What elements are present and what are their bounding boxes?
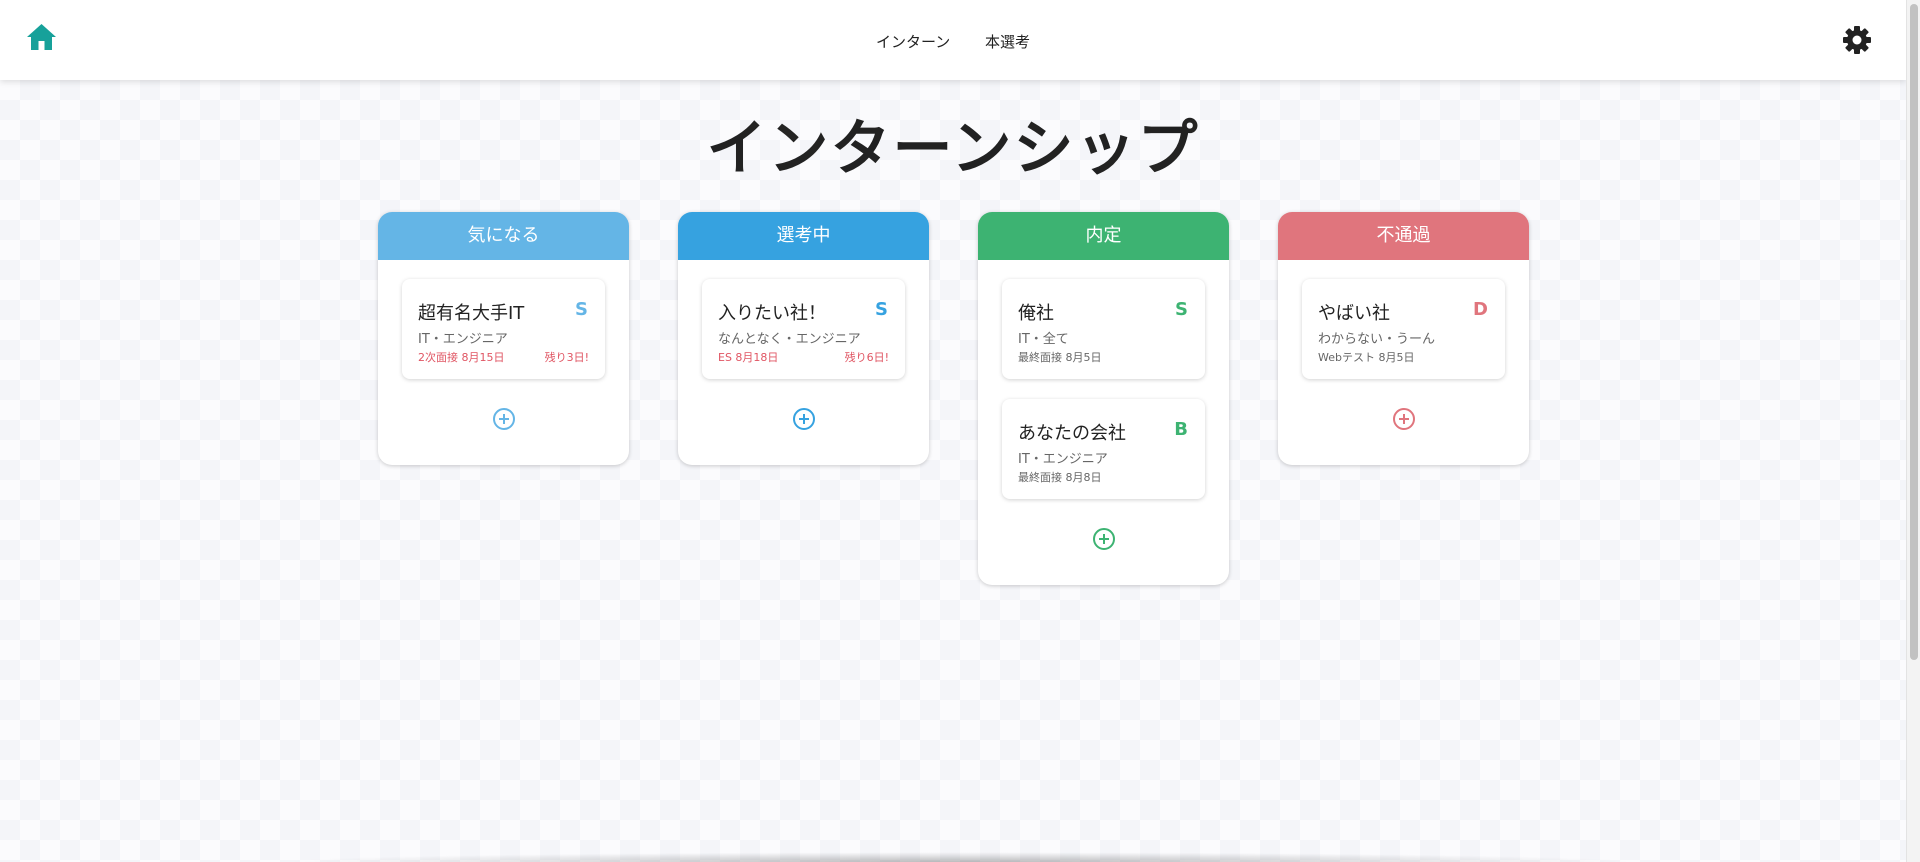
nav-link-main-selection[interactable]: 本選考	[985, 31, 1030, 52]
days-remaining: 残り6日!	[844, 351, 889, 364]
company-name: あなたの会社	[1018, 423, 1126, 444]
rank-badge: B	[1174, 419, 1188, 440]
next-step: 最終面接 8月5日	[1018, 351, 1102, 364]
company-card[interactable]: 超有名大手IT S IT・エンジニア 2次面接 8月15日 残り3日!	[402, 279, 605, 379]
company-card[interactable]: 俺社 S IT・全て 最終面接 8月5日	[1002, 279, 1205, 379]
company-card[interactable]: やばい社 D わからない・うーん Webテスト 8月5日	[1302, 279, 1505, 379]
company-card[interactable]: 入りたい社！ S なんとなく・エンジニア ES 8月18日 残り6日!	[702, 279, 905, 379]
top-navbar: インターン 本選考	[0, 0, 1906, 80]
rank-badge: D	[1473, 299, 1488, 320]
industry-job: IT・全て	[1018, 332, 1069, 347]
nav-links: インターン 本選考	[0, 31, 1906, 52]
add-circle-icon[interactable]	[792, 407, 816, 431]
company-name: 入りたい社！	[718, 303, 826, 324]
add-circle-icon[interactable]	[492, 407, 516, 431]
scrollbar-thumb[interactable]	[1910, 4, 1918, 660]
column-header: 選考中	[678, 212, 929, 260]
next-step: Webテスト 8月5日	[1318, 351, 1415, 364]
next-step: 2次面接 8月15日	[418, 351, 505, 364]
company-name: 超有名大手IT	[418, 303, 525, 324]
page-title: インターンシップ	[706, 114, 1200, 184]
column-header: 不通過	[1278, 212, 1529, 260]
rank-badge: S	[575, 299, 588, 320]
column-header: 気になる	[378, 212, 629, 260]
column-rejected: 不通過 やばい社 D わからない・うーん Webテスト 8月5日	[1278, 212, 1529, 465]
company-name: やばい社	[1318, 303, 1390, 324]
next-step: 最終面接 8月8日	[1018, 471, 1102, 484]
rank-badge: S	[875, 299, 888, 320]
industry-job: IT・エンジニア	[1018, 452, 1108, 467]
column-interested: 気になる 超有名大手IT S IT・エンジニア 2次面接 8月15日 残り3日!	[378, 212, 629, 465]
nav-link-intern[interactable]: インターン	[876, 31, 950, 52]
column-in-progress: 選考中 入りたい社！ S なんとなく・エンジニア ES 8月18日 残り6日!	[678, 212, 929, 465]
days-remaining: 残り3日!	[544, 351, 589, 364]
gear-icon[interactable]	[1842, 25, 1872, 55]
column-offer: 内定 俺社 S IT・全て 最終面接 8月5日 あなたの会社 B IT・エンジニ…	[978, 212, 1229, 585]
industry-job: わからない・うーん	[1318, 332, 1436, 347]
bottom-shadow	[280, 852, 1640, 862]
vertical-scrollbar[interactable]	[1906, 0, 1920, 862]
column-header: 内定	[978, 212, 1229, 260]
next-step: ES 8月18日	[718, 351, 779, 364]
add-circle-icon[interactable]	[1092, 527, 1116, 551]
industry-job: なんとなく・エンジニア	[718, 332, 861, 347]
company-name: 俺社	[1018, 303, 1054, 324]
add-circle-icon[interactable]	[1392, 407, 1416, 431]
company-card[interactable]: あなたの会社 B IT・エンジニア 最終面接 8月8日	[1002, 399, 1205, 499]
industry-job: IT・エンジニア	[418, 332, 508, 347]
rank-badge: S	[1175, 299, 1188, 320]
